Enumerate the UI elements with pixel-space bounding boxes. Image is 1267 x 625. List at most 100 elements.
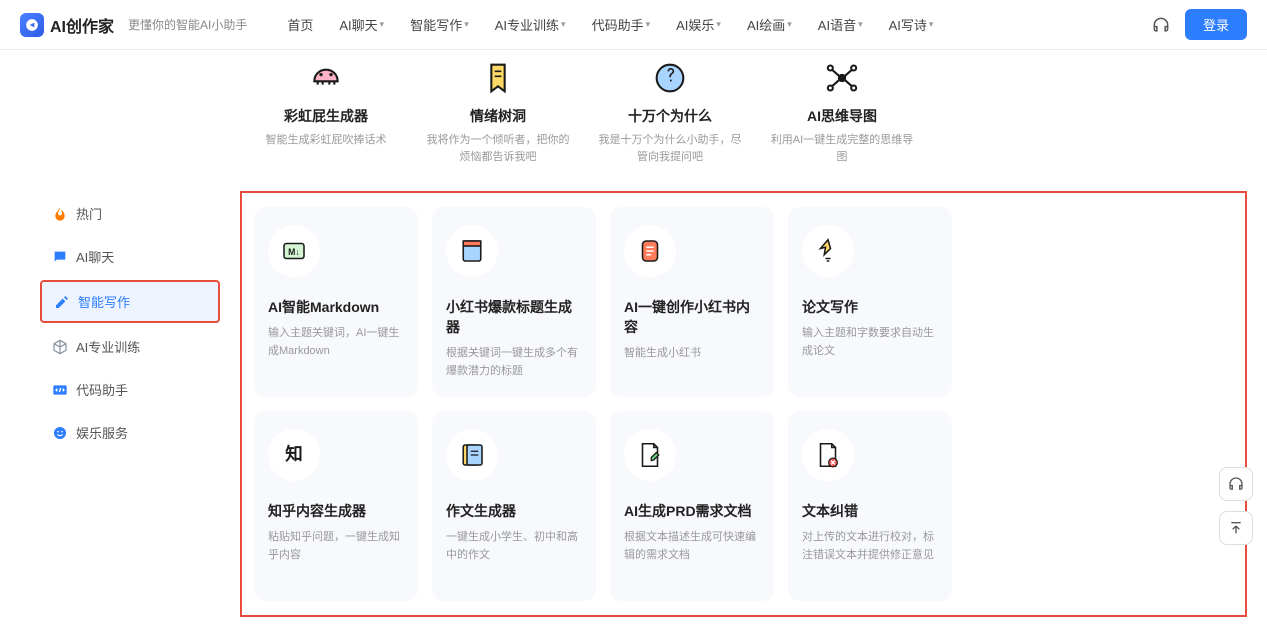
grid-card-7[interactable]: 文本纠错对上传的文本进行校对，标注错误文本并提供修正意见 — [788, 411, 952, 601]
sidebar-item-4[interactable]: 代码助手 — [40, 370, 220, 409]
card-icon: M↓ — [268, 225, 320, 277]
card-title: AI一键创作小红书内容 — [624, 297, 760, 337]
grid-card-4[interactable]: 知知乎内容生成器粘贴知乎问题，一键生成知乎内容 — [254, 411, 418, 601]
card-desc: 输入主题和字数要求自动生成论文 — [802, 325, 938, 360]
card-icon — [478, 58, 518, 98]
card-icon — [822, 58, 862, 98]
top-card-2[interactable]: 十万个为什么我是十万个为什么小助手，尽管向我提问吧 — [590, 50, 750, 173]
code-icon — [52, 382, 68, 398]
sidebar-item-label: 娱乐服务 — [76, 423, 128, 442]
card-title: AI智能Markdown — [268, 297, 404, 317]
nav-item-0[interactable]: 首页 — [287, 15, 313, 34]
chevron-down-icon: ▾ — [929, 19, 934, 30]
back-to-top-button[interactable] — [1219, 511, 1253, 545]
card-desc: 我将作为一个倾听者，把你的烦恼都告诉我吧 — [424, 132, 572, 165]
nav-item-1[interactable]: AI聊天▾ — [339, 15, 384, 34]
grid-card-6[interactable]: AI生成PRD需求文档根据文本描述生成可快速编辑的需求文档 — [610, 411, 774, 601]
logo-icon — [20, 13, 44, 37]
card-icon — [802, 225, 854, 277]
card-icon — [650, 58, 690, 98]
card-title: 彩虹屁生成器 — [252, 106, 400, 126]
card-icon — [802, 429, 854, 481]
card-desc: 粘贴知乎问题，一键生成知乎内容 — [268, 529, 404, 564]
card-title: 作文生成器 — [446, 501, 582, 521]
svg-text:知: 知 — [285, 444, 303, 464]
card-title: 情绪树洞 — [424, 106, 572, 126]
card-title: AI思维导图 — [768, 106, 916, 126]
sidebar-item-1[interactable]: AI聊天 — [40, 237, 220, 276]
cards-grid: M↓ AI智能Markdown 输入主题关键词，AI一键生成Markdown 小红书爆… — [240, 191, 1247, 617]
grid-card-1[interactable]: 小红书爆款标题生成器根据关键词一键生成多个有爆款潜力的标题 — [432, 207, 596, 397]
card-title: 小红书爆款标题生成器 — [446, 297, 582, 337]
login-button[interactable]: 登录 — [1185, 9, 1247, 40]
floating-buttons — [1219, 467, 1253, 545]
sidebar-item-label: AI聊天 — [76, 247, 114, 266]
nav-item-6[interactable]: AI绘画▾ — [747, 15, 792, 34]
nav-item-2[interactable]: 智能写作▾ — [410, 15, 469, 34]
card-desc: 对上传的文本进行校对，标注错误文本并提供修正意见 — [802, 529, 938, 564]
chevron-down-icon: ▾ — [561, 19, 566, 30]
card-desc: 输入主题关键词，AI一键生成Markdown — [268, 325, 404, 360]
top-nav: 首页 AI聊天▾ 智能写作▾ AI专业训练▾ 代码助手▾ AI娱乐▾ AI绘画▾ AI语音▾ A… — [287, 15, 1141, 34]
chevron-down-icon: ▾ — [380, 19, 385, 30]
top-card-1[interactable]: 情绪树洞我将作为一个倾听者，把你的烦恼都告诉我吧 — [418, 50, 578, 173]
sidebar-item-2[interactable]: 智能写作 — [40, 280, 220, 323]
card-icon: 知 — [268, 429, 320, 481]
card-desc: 一键生成小学生、初中和高中的作文 — [446, 529, 582, 564]
card-desc: 我是十万个为什么小助手，尽管向我提问吧 — [596, 132, 744, 165]
nav-item-4[interactable]: 代码助手▾ — [592, 15, 651, 34]
svg-text:M↓: M↓ — [288, 247, 300, 257]
main-content: 彩虹屁生成器智能生成彩虹屁吹捧话术情绪树洞我将作为一个倾听者，把你的烦恼都告诉我… — [220, 50, 1267, 625]
card-title: AI生成PRD需求文档 — [624, 501, 760, 521]
edit-icon — [54, 294, 70, 310]
card-icon — [306, 58, 346, 98]
top-card-3[interactable]: AI思维导图利用AI一键生成完整的思维导图 — [762, 50, 922, 173]
nav-item-3[interactable]: AI专业训练▾ — [495, 15, 566, 34]
nav-item-5[interactable]: AI娱乐▾ — [676, 15, 721, 34]
logo[interactable]: AI创作家 — [20, 13, 114, 37]
sidebar-item-label: 智能写作 — [78, 292, 130, 311]
card-icon — [624, 225, 676, 277]
fire-icon — [52, 206, 68, 222]
card-icon — [446, 429, 498, 481]
card-icon — [446, 225, 498, 277]
card-title: 文本纠错 — [802, 501, 938, 521]
tagline: 更懂你的智能AI小助手 — [128, 16, 247, 33]
chevron-down-icon: ▾ — [787, 19, 792, 30]
sidebar-item-0[interactable]: 热门 — [40, 194, 220, 233]
card-icon — [624, 429, 676, 481]
card-desc: 智能生成小红书 — [624, 345, 760, 363]
card-title: 知乎内容生成器 — [268, 501, 404, 521]
grid-card-0[interactable]: M↓ AI智能Markdown 输入主题关键词，AI一键生成Markdown — [254, 207, 418, 397]
card-desc: 利用AI一键生成完整的思维导图 — [768, 132, 916, 165]
grid-card-3[interactable]: 论文写作输入主题和字数要求自动生成论文 — [788, 207, 952, 397]
cube-icon — [52, 339, 68, 355]
top-card-0[interactable]: 彩虹屁生成器智能生成彩虹屁吹捧话术 — [246, 50, 406, 173]
nav-item-7[interactable]: AI语音▾ — [818, 15, 863, 34]
sidebar: 热门 AI聊天智能写作 AI专业训练代码助手娱乐服务 — [0, 50, 220, 625]
card-desc: 智能生成彩虹屁吹捧话术 — [252, 132, 400, 149]
card-desc: 根据关键词一键生成多个有爆款潜力的标题 — [446, 345, 582, 380]
chevron-down-icon: ▾ — [646, 19, 651, 30]
chat-icon — [52, 249, 68, 265]
card-title: 十万个为什么 — [596, 106, 744, 126]
top-cards-row: 彩虹屁生成器智能生成彩虹屁吹捧话术情绪树洞我将作为一个倾听者，把你的烦恼都告诉我… — [246, 50, 1247, 173]
sidebar-item-label: AI专业训练 — [76, 337, 140, 356]
sidebar-item-label: 代码助手 — [76, 380, 128, 399]
smile-icon — [52, 425, 68, 441]
card-title: 论文写作 — [802, 297, 938, 317]
support-button[interactable] — [1219, 467, 1253, 501]
card-desc: 根据文本描述生成可快速编辑的需求文档 — [624, 529, 760, 564]
header: AI创作家 更懂你的智能AI小助手 首页 AI聊天▾ 智能写作▾ AI专业训练▾ 代码助… — [0, 0, 1267, 50]
sidebar-item-3[interactable]: AI专业训练 — [40, 327, 220, 366]
chevron-down-icon: ▾ — [464, 19, 469, 30]
chevron-down-icon: ▾ — [858, 19, 863, 30]
chevron-down-icon: ▾ — [716, 19, 721, 30]
grid-card-5[interactable]: 作文生成器一键生成小学生、初中和高中的作文 — [432, 411, 596, 601]
sidebar-item-5[interactable]: 娱乐服务 — [40, 413, 220, 452]
nav-item-8[interactable]: AI写诗▾ — [889, 15, 934, 34]
headset-icon[interactable] — [1151, 15, 1171, 35]
sidebar-item-label: 热门 — [76, 204, 102, 223]
brand-text: AI创作家 — [50, 13, 114, 37]
grid-card-2[interactable]: AI一键创作小红书内容智能生成小红书 — [610, 207, 774, 397]
